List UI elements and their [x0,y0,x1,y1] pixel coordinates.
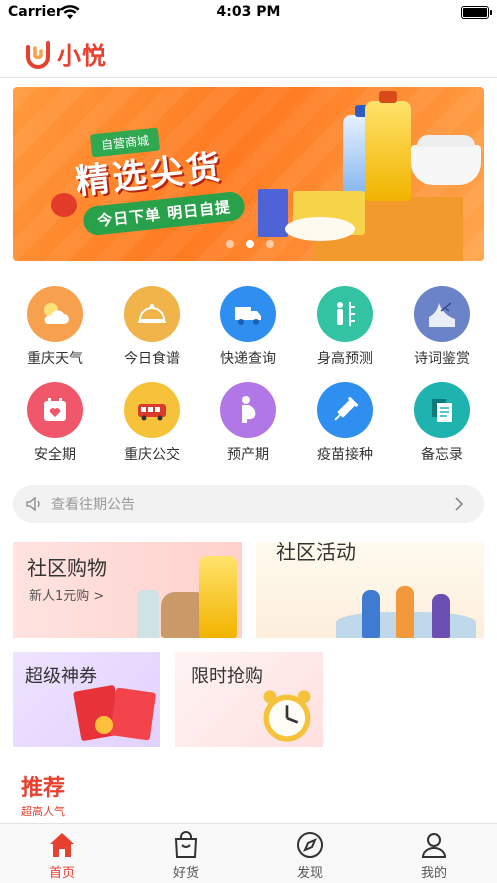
alarm-clock-icon [263,690,311,742]
community-shop-card[interactable]: 社区购物 新人1元购 > [13,542,242,638]
banner-oil-image [365,91,411,201]
tab-label: 发现 [296,866,323,881]
speaker-icon [26,496,40,512]
grid-item-safe-period[interactable]: 安全期 [10,382,100,464]
grid-item-delivery[interactable]: 快递查询 [203,286,293,368]
grid-item-label: 身高预测 [317,351,373,367]
chevron-right-icon [455,497,464,511]
home-icon [50,833,74,857]
battery-icon [461,6,492,19]
tab-goods[interactable]: 好货 [146,830,226,881]
banner-pagination[interactable] [226,240,274,248]
announcement-bar[interactable]: 查看往期公告 [13,485,484,523]
coin-icon [95,716,113,734]
delivery-truck-icon [220,286,276,342]
grid-item-label: 快递查询 [220,351,276,367]
tab-label: 我的 [420,866,447,881]
bottle-image [137,590,159,638]
tab-mine[interactable]: 我的 [394,830,474,881]
banner-cake-image [285,217,355,241]
banner-dot[interactable] [266,240,274,248]
tab-label: 首页 [48,866,75,881]
clock: 4:03 PM [216,4,281,20]
banner-pot-image [411,135,481,185]
banner-dot-active[interactable] [246,240,254,248]
flash-sale-title: 限时抢购 [191,666,263,687]
grid-item-label: 重庆公交 [124,447,180,463]
tab-label: 好货 [172,866,199,881]
logo-icon [26,40,50,69]
status-bar: Carrier 4:03 PM [0,0,497,26]
grid-item-label: 疫苗接种 [317,447,373,463]
flash-sale-card[interactable]: 限时抢购 [175,652,323,747]
grid-item-label: 诗词鉴赏 [414,351,470,367]
vaccine-icon [317,382,373,438]
tab-discover[interactable]: 发现 [270,830,350,881]
pregnancy-icon [220,382,276,438]
community-shop-title: 社区购物 [27,556,107,580]
memo-icon [414,382,470,438]
grid-item-recipe[interactable]: 今日食谱 [107,286,197,368]
app-logo[interactable]: 小悦 [24,36,107,71]
bottom-tab-bar: 首页 好货 发现 我的 [0,823,497,883]
community-shop-subtitle: 新人1元购 > [29,589,105,604]
oil-bottle-image [199,556,237,638]
grid-item-weather[interactable]: 重庆天气 [10,286,100,368]
height-icon [317,286,373,342]
recommend-title: 推荐 [21,776,66,801]
shopping-bag-icon [174,831,198,858]
grid-item-label: 安全期 [34,447,76,463]
recommend-subtitle: 超高人气 [21,805,65,818]
banner-box-image [258,189,288,237]
weather-icon [27,286,83,342]
banner-tomato-image [51,193,77,217]
announcement-text: 查看往期公告 [51,497,135,513]
hikers-image [336,576,476,638]
app-header: 小悦 [0,26,497,78]
promo-banner[interactable]: 自营商城 精选尖货 今日下单 明日自提 [13,87,484,261]
calendar-heart-icon [27,382,83,438]
grid-item-label: 备忘录 [421,447,463,463]
grid-item-label: 重庆天气 [27,351,83,367]
community-event-card[interactable]: 社区活动 [256,542,484,638]
super-coupon-title: 超级神券 [25,666,97,687]
tab-home[interactable]: 首页 [22,830,102,881]
grid-item-memo[interactable]: 备忘录 [397,382,487,464]
grid-item-poetry[interactable]: 诗词鉴赏 [397,286,487,368]
grid-item-height[interactable]: 身高预测 [300,286,390,368]
grid-item-label: 预产期 [227,447,269,463]
community-event-title: 社区活动 [276,542,356,564]
compass-icon [297,832,323,858]
grid-item-vaccine[interactable]: 疫苗接种 [300,382,390,464]
super-coupon-card[interactable]: 超级神券 [13,652,160,747]
brand-name: 小悦 [57,42,107,70]
grid-item-due-date[interactable]: 预产期 [203,382,293,464]
user-icon [421,833,447,858]
bus-icon [124,382,180,438]
banner-dot[interactable] [226,240,234,248]
red-envelope-image [109,687,157,741]
grid-item-label: 今日食谱 [124,351,180,367]
poetry-icon [414,286,470,342]
recipe-icon [124,286,180,342]
grid-item-bus[interactable]: 重庆公交 [107,382,197,464]
